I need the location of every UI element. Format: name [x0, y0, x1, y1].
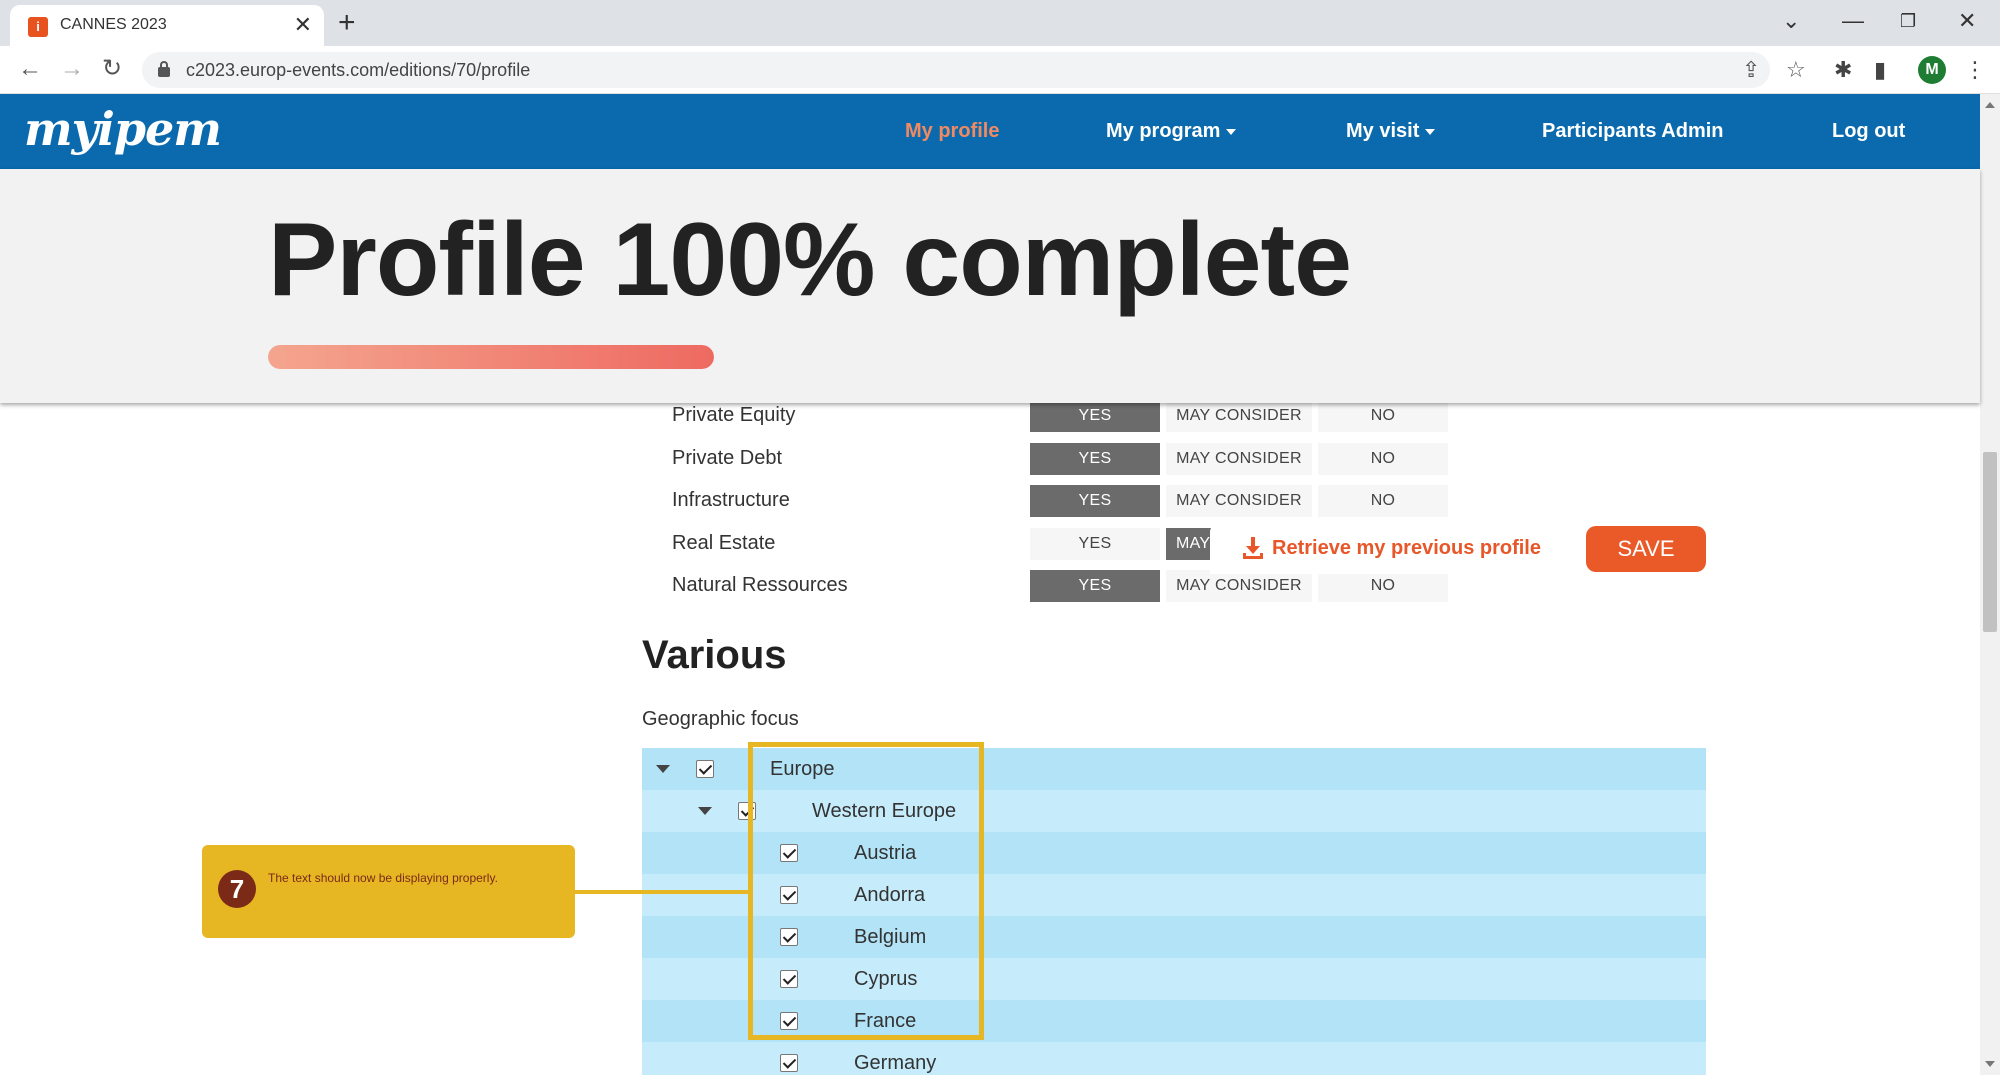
close-tab-icon[interactable]: ✕: [294, 13, 312, 37]
nav-my-visit[interactable]: My visit: [1346, 120, 1436, 143]
page-scrollbar[interactable]: [1980, 94, 2000, 1075]
caret-down-icon: [1425, 128, 1436, 135]
nav-my-program[interactable]: My program: [1106, 120, 1237, 143]
tree-row[interactable]: Germany: [642, 1042, 1706, 1075]
option-no-button[interactable]: NO: [1318, 442, 1448, 475]
section-title-various: Various: [642, 633, 787, 677]
option-may-button[interactable]: MAY CONSIDER: [1166, 485, 1312, 517]
scrollbar-thumb[interactable]: [1983, 452, 1997, 632]
site-navbar: myipem My profile My program My visit Pa…: [0, 94, 1980, 169]
nav-log-out[interactable]: Log out: [1832, 120, 1905, 143]
option-no-button[interactable]: NO: [1318, 570, 1448, 602]
tooltip-text: The text should now be displaying proper…: [268, 871, 498, 885]
expand-caret-icon[interactable]: [656, 765, 670, 773]
preference-label: Infrastructure: [672, 489, 790, 511]
preference-row: Private Equity YES MAY CONSIDER NO: [672, 400, 1472, 434]
myipem-logo[interactable]: myipem: [24, 102, 222, 156]
geographic-focus-label: Geographic focus: [642, 708, 799, 730]
profile-avatar[interactable]: M: [1918, 56, 1946, 84]
tree-checkbox[interactable]: [696, 760, 714, 778]
new-tab-icon[interactable]: +: [338, 6, 356, 40]
preference-row: Infrastructure YES MAY CONSIDER NO: [672, 485, 1472, 519]
tab-search-chevron-icon[interactable]: ⌄: [1782, 6, 1800, 36]
tutorial-tooltip: 7 The text should now be displaying prop…: [202, 845, 575, 938]
restore-icon[interactable]: ❐: [1900, 6, 1916, 36]
caret-down-icon: [1226, 128, 1237, 135]
download-icon: [1243, 537, 1263, 559]
browser-tab[interactable]: i CANNES 2023 ✕: [10, 5, 324, 46]
lock-icon: [158, 61, 170, 77]
step-number-badge: 7: [218, 870, 256, 908]
close-window-icon[interactable]: ✕: [1958, 6, 1976, 36]
tutorial-highlight-box: [748, 742, 984, 1040]
option-may-button[interactable]: MAY CONSIDER: [1166, 442, 1312, 475]
option-no-button[interactable]: NO: [1318, 485, 1448, 517]
save-button[interactable]: SAVE: [1586, 526, 1706, 572]
extensions-puzzle-icon[interactable]: ✱: [1834, 56, 1852, 84]
preference-label: Private Equity: [672, 404, 796, 426]
browser-toolbar: ← → ↻ c2023.europ-events.com/editions/70…: [0, 46, 2000, 94]
tab-title: CANNES 2023: [60, 16, 167, 33]
side-panel-icon[interactable]: ▮: [1874, 56, 1886, 84]
profile-progress-title: Profile 100% complete: [268, 202, 1352, 318]
option-yes-button[interactable]: YES: [1030, 485, 1160, 517]
url-text: c2023.europ-events.com/editions/70/profi…: [186, 60, 531, 80]
forward-arrow-icon[interactable]: →: [60, 54, 84, 84]
reload-icon[interactable]: ↻: [102, 54, 122, 84]
bookmark-star-icon[interactable]: ☆: [1786, 56, 1806, 84]
option-no-button[interactable]: NO: [1318, 400, 1448, 432]
preference-label: Private Debt: [672, 446, 783, 469]
site-favicon-icon: i: [28, 17, 48, 37]
profile-progress-fill: [268, 345, 714, 369]
tree-checkbox[interactable]: [780, 1054, 798, 1072]
expand-caret-icon[interactable]: [698, 807, 712, 815]
share-icon[interactable]: ⇪: [1742, 56, 1760, 84]
nav-my-visit-label: My visit: [1346, 120, 1420, 142]
scroll-down-arrow-icon[interactable]: [1985, 1061, 1995, 1067]
retrieve-previous-profile-link[interactable]: Retrieve my previous profile: [1272, 537, 1541, 560]
nav-participants-admin[interactable]: Participants Admin: [1542, 120, 1724, 143]
preference-label: Real Estate: [672, 531, 776, 554]
option-yes-button[interactable]: YES: [1030, 400, 1160, 432]
option-yes-button[interactable]: YES: [1030, 527, 1160, 560]
nav-my-profile[interactable]: My profile: [905, 120, 999, 143]
scroll-up-arrow-icon[interactable]: [1985, 102, 1995, 108]
browser-menu-kebab-icon[interactable]: ⋮: [1964, 56, 1986, 84]
browser-tabstrip: i CANNES 2023 ✕ + ⌄ — ❐ ✕: [0, 0, 2000, 46]
profile-progress-panel: Profile 100% complete: [0, 169, 1980, 403]
preference-label: Natural Ressources: [672, 574, 848, 596]
minimize-icon[interactable]: —: [1842, 6, 1864, 36]
tutorial-connector-line: [575, 890, 748, 894]
address-bar[interactable]: c2023.europ-events.com/editions/70/profi…: [142, 52, 1806, 88]
profile-progress-bar: [268, 345, 714, 369]
preference-row: Private Debt YES MAY CONSIDER NO: [672, 442, 1472, 477]
option-may-button[interactable]: MAY CONSIDER: [1166, 400, 1312, 432]
option-yes-button[interactable]: YES: [1030, 442, 1160, 475]
option-yes-button[interactable]: YES: [1030, 570, 1160, 602]
tree-item-label: Germany: [854, 1052, 937, 1074]
preference-row: Natural Ressources YES MAY CONSIDER NO: [672, 570, 1472, 604]
nav-my-program-label: My program: [1106, 120, 1221, 142]
back-arrow-icon[interactable]: ←: [18, 54, 42, 84]
option-may-button[interactable]: MAY CONSIDER: [1166, 570, 1312, 602]
